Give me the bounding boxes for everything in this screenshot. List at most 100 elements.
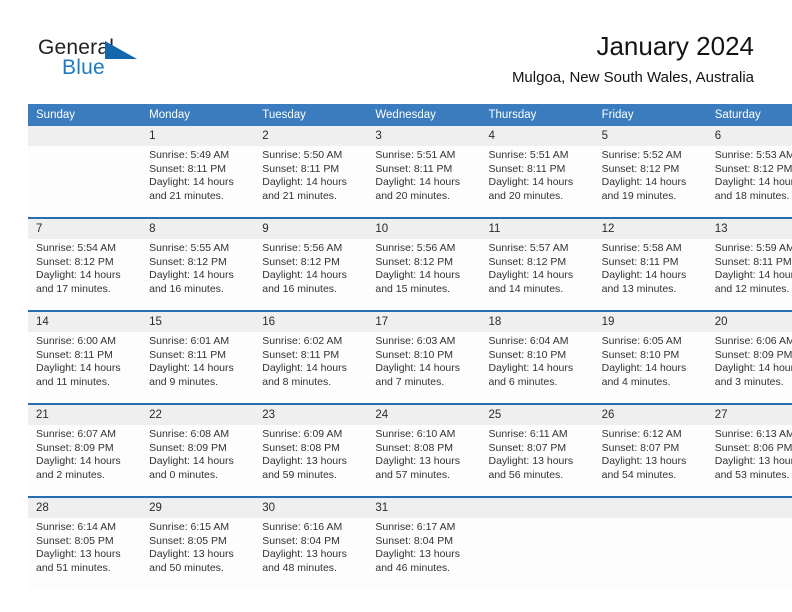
- daylight-line1: Daylight: 14 hours: [488, 269, 574, 282]
- day-number: 22: [141, 403, 255, 425]
- day-number: 11: [480, 217, 594, 239]
- daylight-line1: Daylight: 14 hours: [375, 362, 461, 375]
- sunset-text: Sunset: 8:11 PM: [149, 348, 226, 361]
- week-1-date-row: 1 2 3 4 5 6: [28, 126, 792, 146]
- day-cell: Sunrise: 6:06 AM Sunset: 8:09 PM Dayligh…: [706, 332, 792, 404]
- sunset-text: Sunset: 8:11 PM: [488, 162, 566, 175]
- day-number: 17: [367, 310, 481, 332]
- logo-text-blue: Blue: [62, 56, 105, 79]
- daylight-line1: Daylight: 13 hours: [375, 455, 461, 468]
- day-cell: [593, 518, 707, 589]
- sunrise-text: Sunrise: 5:52 AM: [601, 149, 682, 161]
- day-cell: Sunrise: 6:05 AM Sunset: 8:10 PM Dayligh…: [593, 332, 707, 404]
- sunset-text: Sunset: 8:12 PM: [601, 162, 680, 175]
- daylight-line2: and 3 minutes.: [714, 375, 784, 388]
- day-cell: [706, 518, 792, 589]
- sunset-text: Sunset: 8:04 PM: [375, 534, 454, 547]
- daylight-line1: Daylight: 14 hours: [714, 176, 792, 189]
- day-number: [706, 496, 792, 518]
- daylight-line1: Daylight: 14 hours: [149, 176, 234, 189]
- day-cell: Sunrise: 6:11 AM Sunset: 8:07 PM Dayligh…: [480, 425, 594, 497]
- sunset-text: Sunset: 8:12 PM: [262, 255, 340, 268]
- title-block: January 2024 Mulgoa, New South Wales, Au…: [512, 30, 754, 89]
- day-number: 24: [367, 403, 481, 425]
- daylight-line1: Daylight: 14 hours: [488, 176, 574, 189]
- daylight-line1: Daylight: 14 hours: [488, 362, 574, 375]
- day-cell: Sunrise: 6:02 AM Sunset: 8:11 PM Dayligh…: [254, 332, 368, 404]
- day-cell: Sunrise: 5:55 AM Sunset: 8:12 PM Dayligh…: [141, 239, 255, 311]
- day-cell: Sunrise: 5:53 AM Sunset: 8:12 PM Dayligh…: [706, 146, 792, 218]
- sunset-text: Sunset: 8:06 PM: [714, 441, 792, 454]
- daylight-line2: and 2 minutes.: [36, 468, 105, 481]
- daylight-line1: Daylight: 14 hours: [601, 176, 687, 189]
- sunrise-text: Sunrise: 6:06 AM: [714, 335, 792, 347]
- day-number: 31: [367, 496, 481, 518]
- sunrise-text: Sunrise: 5:58 AM: [601, 242, 682, 254]
- sunrise-text: Sunrise: 5:59 AM: [714, 242, 792, 254]
- daylight-line1: Daylight: 14 hours: [601, 362, 687, 375]
- sunrise-text: Sunrise: 6:01 AM: [149, 335, 230, 347]
- day-cell: Sunrise: 6:00 AM Sunset: 8:11 PM Dayligh…: [28, 332, 142, 404]
- daylight-line2: and 12 minutes.: [714, 282, 790, 295]
- daylight-line2: and 18 minutes.: [714, 189, 790, 202]
- sunset-text: Sunset: 8:09 PM: [36, 441, 114, 454]
- day-cell: Sunrise: 5:51 AM Sunset: 8:11 PM Dayligh…: [480, 146, 594, 218]
- sunset-text: Sunset: 8:12 PM: [36, 255, 114, 268]
- sunset-text: Sunset: 8:08 PM: [262, 441, 340, 454]
- sunrise-text: Sunrise: 6:15 AM: [149, 521, 230, 533]
- day-number: 2: [254, 126, 368, 146]
- sunrise-text: Sunrise: 5:50 AM: [262, 149, 343, 161]
- sunset-text: Sunset: 8:11 PM: [601, 255, 679, 268]
- calendar-page: General Blue January 2024 Mulgoa, New So…: [0, 0, 792, 612]
- sunset-text: Sunset: 8:10 PM: [601, 348, 680, 361]
- daylight-line1: Daylight: 14 hours: [375, 269, 461, 282]
- sunrise-text: Sunrise: 5:56 AM: [375, 242, 456, 254]
- day-number: 15: [141, 310, 255, 332]
- sunset-text: Sunset: 8:11 PM: [149, 162, 226, 175]
- sunset-text: Sunset: 8:11 PM: [262, 162, 340, 175]
- day-number: 18: [480, 310, 594, 332]
- daylight-line1: Daylight: 14 hours: [149, 362, 234, 375]
- day-cell: Sunrise: 5:51 AM Sunset: 8:11 PM Dayligh…: [367, 146, 481, 218]
- daylight-line2: and 9 minutes.: [149, 375, 219, 388]
- day-cell: Sunrise: 5:56 AM Sunset: 8:12 PM Dayligh…: [254, 239, 368, 311]
- daylight-line2: and 51 minutes.: [36, 561, 111, 574]
- sunrise-text: Sunrise: 6:02 AM: [262, 335, 343, 347]
- day-cell: Sunrise: 5:59 AM Sunset: 8:11 PM Dayligh…: [706, 239, 792, 311]
- sunset-text: Sunset: 8:05 PM: [149, 534, 227, 547]
- daylight-line1: Daylight: 14 hours: [262, 362, 347, 375]
- day-cell: Sunrise: 5:49 AM Sunset: 8:11 PM Dayligh…: [141, 146, 255, 218]
- sunset-text: Sunset: 8:07 PM: [488, 441, 567, 454]
- day-cell: Sunrise: 6:01 AM Sunset: 8:11 PM Dayligh…: [141, 332, 255, 404]
- calendar-grid: Sunday Monday Tuesday Wednesday Thursday…: [28, 104, 792, 589]
- daylight-line1: Daylight: 13 hours: [488, 455, 574, 468]
- sunset-text: Sunset: 8:08 PM: [375, 441, 454, 454]
- daylight-line2: and 57 minutes.: [375, 468, 451, 481]
- day-number: 4: [480, 126, 594, 146]
- daylight-line1: Daylight: 14 hours: [36, 362, 121, 375]
- week-3-info-row: Sunrise: 6:00 AM Sunset: 8:11 PM Dayligh…: [28, 332, 792, 404]
- weekday-header-friday: Friday: [593, 104, 707, 126]
- daylight-line1: Daylight: 14 hours: [262, 269, 347, 282]
- daylight-line1: Daylight: 13 hours: [149, 548, 234, 561]
- day-number: 14: [28, 310, 142, 332]
- daylight-line1: Daylight: 14 hours: [714, 362, 792, 375]
- day-number: 30: [254, 496, 368, 518]
- day-number: 13: [706, 217, 792, 239]
- week-4-info-row: Sunrise: 6:07 AM Sunset: 8:09 PM Dayligh…: [28, 425, 792, 497]
- day-number: 25: [480, 403, 594, 425]
- day-cell: Sunrise: 6:15 AM Sunset: 8:05 PM Dayligh…: [141, 518, 255, 589]
- sunset-text: Sunset: 8:12 PM: [149, 255, 227, 268]
- week-4-date-row: 21 22 23 24 25 26 27: [28, 403, 792, 425]
- day-cell: Sunrise: 6:13 AM Sunset: 8:06 PM Dayligh…: [706, 425, 792, 497]
- daylight-line2: and 20 minutes.: [375, 189, 451, 202]
- day-number: 12: [593, 217, 707, 239]
- day-cell: Sunrise: 5:56 AM Sunset: 8:12 PM Dayligh…: [367, 239, 481, 311]
- sunset-text: Sunset: 8:12 PM: [714, 162, 792, 175]
- daylight-line2: and 11 minutes.: [36, 375, 110, 388]
- daylight-line1: Daylight: 14 hours: [601, 269, 687, 282]
- calendar-table: Sunday Monday Tuesday Wednesday Thursday…: [28, 104, 792, 589]
- sunrise-text: Sunrise: 6:07 AM: [36, 428, 116, 440]
- daylight-line1: Daylight: 14 hours: [149, 455, 234, 468]
- daylight-line2: and 21 minutes.: [149, 189, 224, 202]
